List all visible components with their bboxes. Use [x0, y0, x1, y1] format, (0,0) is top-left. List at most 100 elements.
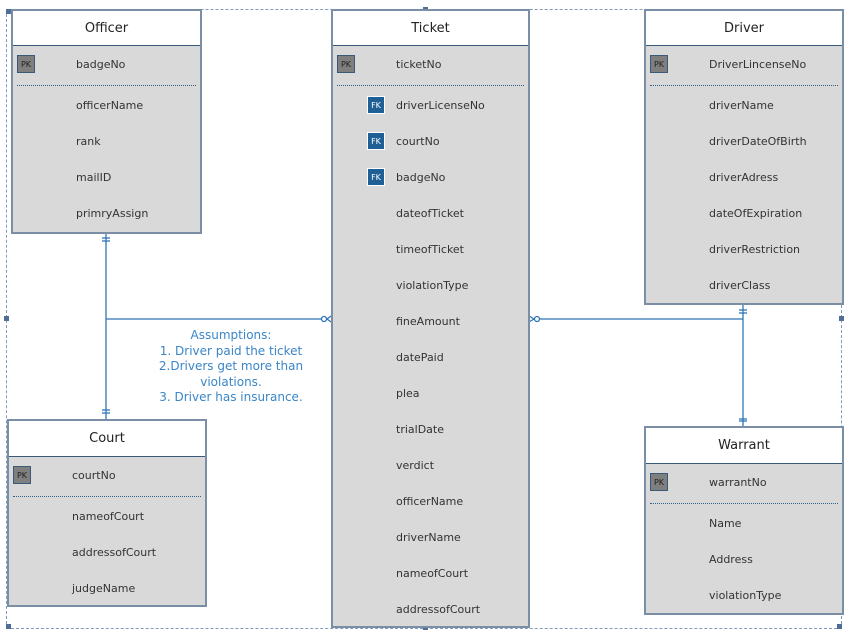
attribute-row[interactable]: driverClass: [646, 276, 842, 296]
attribute-name: DriverLincenseNo: [709, 58, 807, 71]
foreign-key-icon: FK: [367, 168, 385, 186]
attribute-row[interactable]: nameofCourt: [9, 507, 205, 527]
attribute-row[interactable]: rank: [13, 132, 200, 152]
note-line: 1. Driver paid the ticket: [159, 343, 303, 358]
attribute-name: verdict: [396, 459, 435, 472]
attribute-row[interactable]: nameofCourt: [333, 564, 528, 584]
entity-title: Driver: [646, 11, 842, 46]
primary-key-icon: PK: [650, 55, 668, 73]
key-separator: [650, 503, 838, 504]
attribute-row[interactable]: verdict: [333, 456, 528, 476]
attribute-name: driverAdress: [709, 171, 779, 184]
entity-title: Ticket: [333, 11, 528, 46]
key-separator: [337, 85, 524, 86]
attribute-row[interactable]: mailID: [13, 168, 200, 188]
attribute-name: fineAmount: [396, 315, 460, 328]
key-separator: [650, 85, 838, 86]
attribute-name: primryAssign: [76, 207, 149, 220]
attribute-row[interactable]: addressofCourt: [333, 600, 528, 620]
entity-driver[interactable]: Driver PK DriverLincenseNo driverName driver…: [644, 9, 844, 305]
attribute-name: addressofCourt: [396, 603, 481, 616]
foreign-key-icon: FK: [367, 132, 385, 150]
attribute-row[interactable]: Address: [646, 550, 842, 570]
attribute-name: Name: [709, 517, 742, 530]
attribute-name: officerName: [76, 99, 144, 112]
attribute-name: nameofCourt: [396, 567, 469, 580]
pk-row[interactable]: PK DriverLincenseNo: [646, 55, 842, 75]
attribute-row[interactable]: officerName: [333, 492, 528, 512]
pk-row[interactable]: PK ticketNo: [333, 55, 528, 75]
attribute-row[interactable]: dateOfExpiration: [646, 204, 842, 224]
key-separator: [17, 85, 196, 86]
attribute-row[interactable]: fineAmount: [333, 312, 528, 332]
attribute-name: nameofCourt: [72, 510, 145, 523]
attribute-name: rank: [76, 135, 101, 148]
attribute-row[interactable]: dateofTicket: [333, 204, 528, 224]
attribute-name: Address: [709, 553, 753, 566]
primary-key-icon: PK: [13, 466, 31, 484]
note-line: 3. Driver has insurance.: [159, 390, 303, 404]
entity-title: Court: [9, 421, 205, 457]
attribute-row[interactable]: primryAssign: [13, 204, 200, 224]
pk-row[interactable]: PK badgeNo: [13, 55, 200, 75]
attribute-name: courtNo: [72, 469, 116, 482]
primary-key-icon: PK: [650, 473, 668, 491]
attribute-name: plea: [396, 387, 420, 400]
note-line: violations.: [200, 374, 262, 389]
attribute-name: driverName: [396, 531, 461, 544]
attribute-row[interactable]: judgeName: [9, 579, 205, 599]
attribute-name: driverName: [709, 99, 774, 112]
assumptions-note: Assumptions: 1. Driver paid the ticket 2…: [150, 328, 312, 406]
attribute-row[interactable]: driverName: [333, 528, 528, 548]
fk-row[interactable]: FK courtNo: [333, 132, 528, 152]
entity-court[interactable]: Court PK courtNo nameofCourt addressofCourt j…: [7, 419, 207, 607]
note-line: 2.Drivers get more than: [158, 359, 304, 373]
attribute-name: judgeName: [72, 582, 136, 595]
foreign-key-icon: FK: [367, 96, 385, 114]
attribute-row[interactable]: violationType: [646, 586, 842, 606]
entity-officer[interactable]: Officer PK badgeNo officerName rank mailID pri…: [11, 9, 202, 234]
attribute-name: warrantNo: [709, 476, 767, 489]
attribute-name: dateOfExpiration: [709, 207, 803, 220]
pk-row[interactable]: PK courtNo: [9, 466, 205, 486]
attribute-name: trialDate: [396, 423, 444, 436]
attribute-row[interactable]: driverRestriction: [646, 240, 842, 260]
attribute-name: courtNo: [396, 135, 440, 148]
primary-key-icon: PK: [17, 55, 35, 73]
note-line: Assumptions:: [190, 328, 272, 342]
entity-warrant[interactable]: Warrant PK warrantNo Name Address violationTy…: [644, 426, 844, 615]
pk-row[interactable]: PK warrantNo: [646, 473, 842, 493]
attribute-name: driverClass: [709, 279, 771, 292]
attribute-row[interactable]: Name: [646, 514, 842, 534]
attribute-name: badgeNo: [76, 58, 126, 71]
attribute-name: ticketNo: [396, 58, 442, 71]
attribute-row[interactable]: driverDateOfBirth: [646, 132, 842, 152]
entity-ticket[interactable]: Ticket PK ticketNo FK driverLicenseNo FK court…: [331, 9, 530, 628]
attribute-name: violationType: [396, 279, 469, 292]
attribute-row[interactable]: datePaid: [333, 348, 528, 368]
attribute-name: mailID: [76, 171, 112, 184]
attribute-row[interactable]: plea: [333, 384, 528, 404]
attribute-name: timeofTicket: [396, 243, 464, 256]
attribute-row[interactable]: timeofTicket: [333, 240, 528, 260]
attribute-name: driverDateOfBirth: [709, 135, 807, 148]
attribute-name: driverRestriction: [709, 243, 801, 256]
attribute-name: driverLicenseNo: [396, 99, 485, 112]
attribute-name: addressofCourt: [72, 546, 157, 559]
attribute-name: datePaid: [396, 351, 444, 364]
attribute-row[interactable]: driverAdress: [646, 168, 842, 188]
primary-key-icon: PK: [337, 55, 355, 73]
fk-row[interactable]: FK driverLicenseNo: [333, 96, 528, 116]
attribute-row[interactable]: officerName: [13, 96, 200, 116]
key-separator: [13, 496, 201, 497]
attribute-row[interactable]: violationType: [333, 276, 528, 296]
attribute-row[interactable]: driverName: [646, 96, 842, 116]
attribute-name: badgeNo: [396, 171, 446, 184]
attribute-name: dateofTicket: [396, 207, 464, 220]
attribute-name: officerName: [396, 495, 464, 508]
attribute-name: violationType: [709, 589, 782, 602]
fk-row[interactable]: FK badgeNo: [333, 168, 528, 188]
attribute-row[interactable]: addressofCourt: [9, 543, 205, 563]
attribute-row[interactable]: trialDate: [333, 420, 528, 440]
entity-title: Warrant: [646, 428, 842, 464]
